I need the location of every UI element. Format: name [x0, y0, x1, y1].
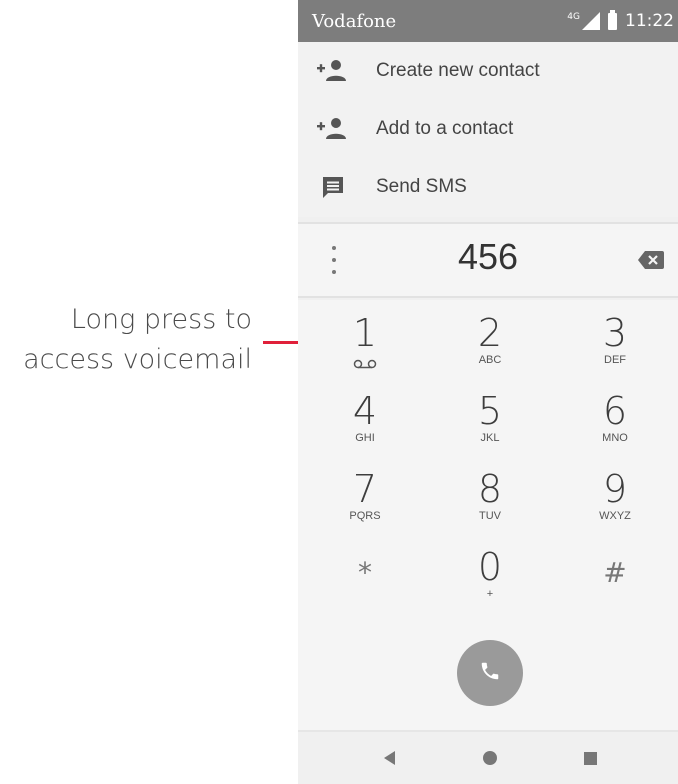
- key-digit: 2: [477, 311, 503, 355]
- key-letters: JKL: [480, 432, 500, 444]
- key-letters: DEF: [604, 354, 626, 366]
- clock: 11:22: [625, 11, 674, 31]
- key-1[interactable]: 1: [305, 310, 425, 388]
- add-person-icon: [298, 58, 376, 84]
- key-7[interactable]: 7 PQRS: [305, 466, 425, 544]
- key-digit: 5: [477, 389, 503, 433]
- dialer-suggestions-menu: Create new contact Add to a contact Send…: [298, 42, 678, 217]
- key-digit: 4: [352, 389, 378, 433]
- key-letters: MNO: [602, 432, 628, 444]
- dialed-number-row: 456: [298, 222, 678, 298]
- status-indicators: 4G 11:22: [567, 9, 674, 31]
- add-to-contact-label: Add to a contact: [376, 118, 514, 139]
- voicemail-icon: [353, 356, 377, 374]
- key-8[interactable]: 8 TUV: [430, 466, 550, 544]
- key-digit: 6: [602, 389, 628, 433]
- phone-screen: Vodafone 4G 11:22 Create new contact Add…: [298, 0, 678, 784]
- dialed-number[interactable]: 456: [398, 236, 578, 278]
- annotation-line-2: access voicemail: [23, 344, 252, 375]
- key-digit: 7: [352, 467, 378, 511]
- backspace-icon[interactable]: [638, 250, 664, 275]
- key-letters: +: [486, 588, 494, 600]
- back-icon: [384, 751, 395, 765]
- key-digit: 0: [477, 545, 503, 589]
- recents-icon: [583, 751, 597, 765]
- key-letters: PQRS: [349, 510, 381, 522]
- message-icon: [298, 174, 376, 200]
- key-digit: 9: [602, 467, 628, 511]
- home-button[interactable]: [475, 746, 505, 770]
- signal-icon: [582, 12, 600, 30]
- annotation-line-1: Long press to: [70, 304, 252, 335]
- home-icon: [483, 751, 497, 765]
- create-new-contact-label: Create new contact: [376, 60, 540, 81]
- recents-button[interactable]: [575, 746, 605, 770]
- call-area: [298, 610, 678, 730]
- battery-icon: [608, 9, 617, 30]
- voicemail-annotation: Long press to access voicemail: [0, 300, 252, 380]
- key-3[interactable]: 3 DEF: [555, 310, 675, 388]
- key-2[interactable]: 2 ABC: [430, 310, 550, 388]
- key-9[interactable]: 9 WXYZ: [555, 466, 675, 544]
- key-letters: GHI: [355, 432, 375, 444]
- key-4[interactable]: 4 GHI: [305, 388, 425, 466]
- send-sms-label: Send SMS: [376, 176, 467, 197]
- phone-icon: [479, 660, 501, 687]
- call-button[interactable]: [457, 640, 523, 706]
- key-letters: ABC: [478, 354, 502, 366]
- key-digit: 3: [602, 311, 628, 355]
- key-digit: #: [603, 556, 627, 589]
- carrier-name: Vodafone: [312, 10, 397, 32]
- back-button[interactable]: [375, 746, 405, 770]
- key-letters: TUV: [479, 510, 501, 522]
- key-digit: 8: [477, 467, 503, 511]
- send-sms-item[interactable]: Send SMS: [298, 158, 678, 216]
- key-digit: 1: [352, 311, 378, 355]
- key-letters: WXYZ: [599, 510, 631, 522]
- key-6[interactable]: 6 MNO: [555, 388, 675, 466]
- network-type: 4G: [567, 12, 580, 22]
- key-5[interactable]: 5 JKL: [430, 388, 550, 466]
- add-person-icon: [298, 116, 376, 142]
- navigation-bar: [298, 730, 678, 784]
- status-bar: Vodafone 4G 11:22: [298, 0, 678, 42]
- add-to-contact-item[interactable]: Add to a contact: [298, 100, 678, 158]
- dial-pad: 1 2 ABC 3 DEF 4 GHI 5 JKL 6 MNO 7 PQRS 8…: [298, 300, 678, 610]
- key-digit: *: [358, 556, 372, 589]
- more-options-icon[interactable]: [326, 246, 342, 274]
- create-new-contact-item[interactable]: Create new contact: [298, 42, 678, 100]
